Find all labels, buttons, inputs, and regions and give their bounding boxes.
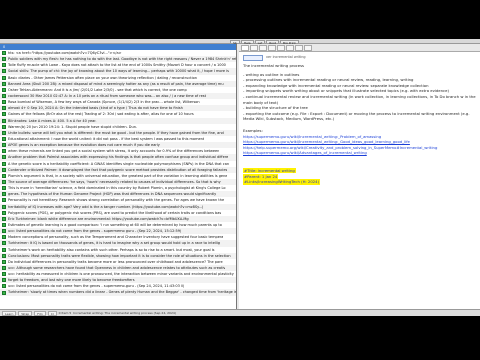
topic-icon [2,265,6,270]
marked-references: #Title: incremental writing #Parent: 1 Ja… [243,167,476,185]
article-tabs [239,44,480,52]
topic-icon [2,155,6,160]
toolbar-button[interactable]: Lef [254,39,266,45]
article-tab[interactable] [250,44,258,51]
toolbar-button[interactable]: Sb [230,39,240,45]
topic-icon [2,235,6,240]
topic-icon [2,229,6,234]
highlighted-reference: #Parent: 1 Jan 24 [243,173,279,179]
toolbar-button[interactable]: Big Print [279,39,299,45]
topic-icon [2,81,6,86]
article-tab[interactable] [268,44,276,51]
article-title-row: ver incremental writing [243,55,476,61]
topic-icon [2,118,6,123]
topic-icon [2,51,6,56]
topic-icon [2,106,6,111]
topic-icon [2,161,6,166]
topic-icon [2,87,6,92]
element-list: hts: <a href="https://youtube.com/watch?… [0,50,236,309]
topic-icon [2,143,6,148]
topic-icon [2,223,6,227]
example-links: https://supermemo.guru/wiki/Incremental_… [243,134,476,156]
topic-icon [2,198,6,203]
topic-icon [2,167,6,172]
topic-icon [2,180,6,185]
article-tab[interactable] [241,44,249,51]
status-button[interactable]: Cl [47,310,57,316]
article-tab[interactable] [304,44,312,51]
topic-icon [2,284,6,289]
topic-icon [2,247,6,252]
topic-icon [2,130,6,135]
topic-icon [2,173,6,178]
topic-icon [2,259,6,264]
topic-icon [2,69,6,74]
article-tab[interactable] [295,44,303,51]
topic-icon [2,149,6,154]
status-button[interactable]: Wrap [18,310,33,316]
topic-icon [2,192,6,197]
article-body[interactable]: ver incremental writing The incremental … [239,52,480,188]
status-center: 0 Item 5 [58,311,72,315]
topic-icon [2,186,6,191]
status-button[interactable]: Learn [2,310,17,316]
topic-icon [2,100,6,105]
status-right-text: Incremental writing: The incremental wri… [73,311,176,315]
element-list-pane: 0 hts: <a href="https://youtube.com/watc… [0,44,237,309]
topic-icon [2,204,6,209]
topic-icon [2,112,6,117]
article-title: ver incremental writing [266,55,306,60]
process-steps: - writing as outline in outlines - proces… [243,72,476,122]
list-item[interactable]: Turkheimer: 'slowly at times when number… [0,289,236,296]
article-pane: ver incremental writing The incremental … [239,44,480,309]
topic-icon [2,253,6,258]
topic-icon [2,210,6,215]
article-icon [243,55,263,61]
status-button[interactable]: Fdn [34,310,46,316]
topic-icon [2,75,6,80]
toolbar-button[interactable]: Root [266,39,279,45]
article-tab[interactable] [286,44,294,51]
topic-icon [2,216,6,221]
topic-icon [2,57,6,62]
topic-icon [2,63,6,68]
list-item-text: Turkheimer: 'slowly at times when number… [8,290,236,295]
topic-icon [2,241,6,246]
article-tab[interactable] [277,44,285,51]
highlighted-reference: #Links/IncreasingWritingTech (H: 2024) [243,179,321,185]
article-tab[interactable] [259,44,267,51]
topic-icon [2,290,6,295]
topic-icon [2,124,6,129]
status-bar: Learn Wrap Fdn Cl 0 Item 5 Incremental writ… [0,309,480,316]
topic-icon [2,137,6,142]
toolbar-button[interactable]: Help [240,39,254,45]
article-heading: The incremental writing process [243,63,305,68]
topic-icon [2,278,6,283]
highlighted-reference: #Title: incremental writing [243,167,296,174]
topic-icon [2,272,6,277]
topic-icon [2,94,6,99]
process-step: - continual incremental review and incre… [243,93,476,99]
